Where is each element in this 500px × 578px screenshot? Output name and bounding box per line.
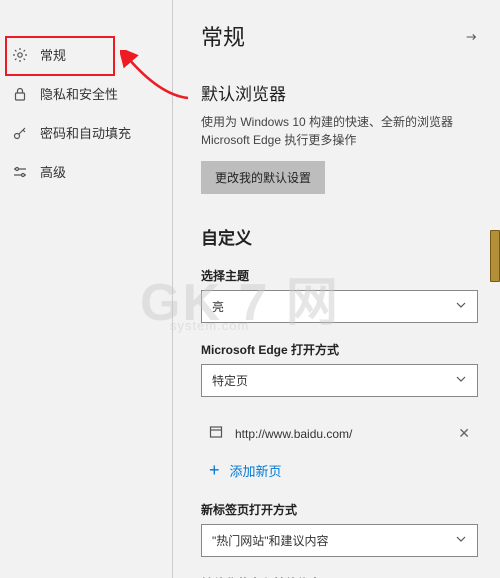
chevron-down-icon bbox=[455, 533, 467, 548]
open-with-select[interactable]: 特定页 bbox=[201, 364, 478, 397]
remove-url-button[interactable]: ✕ bbox=[458, 425, 470, 442]
sidebar-item-passwords[interactable]: 密码和自动填充 bbox=[0, 113, 172, 152]
theme-select[interactable]: 亮 bbox=[201, 290, 478, 323]
add-page-label: 添加新页 bbox=[230, 461, 282, 480]
pin-icon[interactable] bbox=[464, 30, 478, 47]
sidebar-item-general[interactable]: 常规 bbox=[0, 35, 172, 74]
theme-label: 选择主题 bbox=[201, 267, 478, 284]
sidebar-item-label: 密码和自动填充 bbox=[40, 123, 131, 142]
customize-heading: 自定义 bbox=[201, 224, 478, 249]
theme-value: 亮 bbox=[212, 298, 224, 315]
gear-icon bbox=[12, 47, 28, 63]
default-browser-desc: 使用为 Windows 10 构建的快速、全新的浏览器 Microsoft Ed… bbox=[201, 113, 478, 149]
change-default-button[interactable]: 更改我的默认设置 bbox=[201, 161, 325, 194]
chevron-down-icon bbox=[455, 373, 467, 388]
default-browser-heading: 默认浏览器 bbox=[201, 80, 478, 105]
sidebar-item-advanced[interactable]: 高级 bbox=[0, 152, 172, 191]
open-with-value: 特定页 bbox=[212, 372, 248, 389]
scrollbar[interactable] bbox=[487, 0, 500, 578]
open-with-label: Microsoft Edge 打开方式 bbox=[201, 341, 478, 358]
add-page-button[interactable]: + 添加新页 bbox=[201, 452, 478, 501]
scrollbar-thumb[interactable] bbox=[490, 230, 500, 282]
url-text: http://www.baidu.com/ bbox=[235, 427, 446, 441]
key-icon bbox=[12, 125, 28, 141]
sidebar-item-label: 隐私和安全性 bbox=[40, 84, 118, 103]
sidebar-item-privacy[interactable]: 隐私和安全性 bbox=[0, 74, 172, 113]
settings-sidebar: 常规 隐私和安全性 密码和自动填充 高级 bbox=[0, 0, 172, 578]
sidebar-item-label: 高级 bbox=[40, 162, 66, 181]
lock-icon bbox=[12, 86, 28, 102]
url-row: http://www.baidu.com/ ✕ bbox=[201, 415, 478, 452]
newtab-label: 新标签页打开方式 bbox=[201, 501, 478, 518]
plus-icon: + bbox=[209, 460, 220, 481]
page-icon bbox=[209, 425, 223, 442]
newtab-value: "热门网站"和建议内容 bbox=[212, 532, 329, 549]
newtab-select[interactable]: "热门网站"和建议内容 bbox=[201, 524, 478, 557]
sliders-icon bbox=[12, 164, 28, 180]
sidebar-item-label: 常规 bbox=[40, 45, 66, 64]
content-pane: 常规 默认浏览器 使用为 Windows 10 构建的快速、全新的浏览器 Mic… bbox=[173, 0, 500, 578]
page-title: 常规 bbox=[201, 20, 478, 52]
chevron-down-icon bbox=[455, 299, 467, 314]
